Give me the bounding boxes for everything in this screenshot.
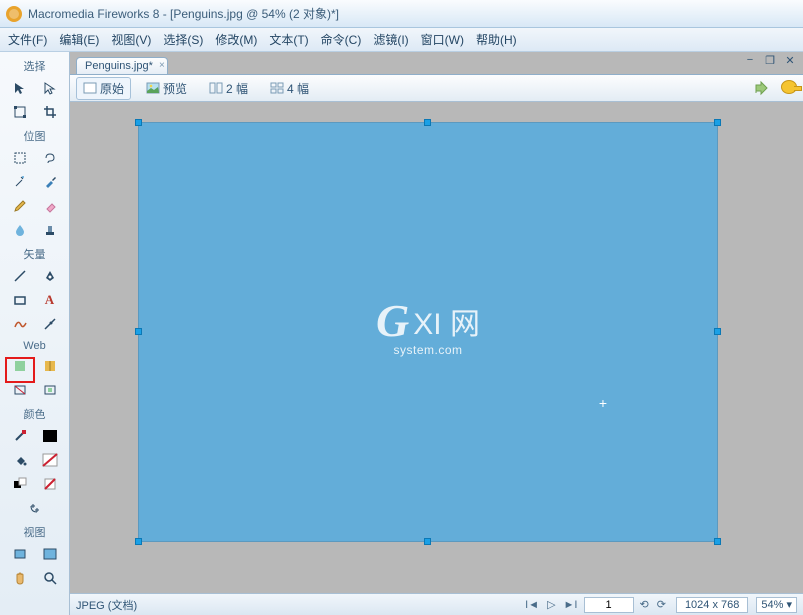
document-toolbar: 原始 预览 2 幅 4 幅 (70, 74, 803, 102)
menu-filter[interactable]: 滤镜(I) (373, 31, 408, 48)
watermark: GXI 网 system.com (376, 294, 480, 357)
eraser-tool[interactable] (39, 196, 61, 216)
file-type-label: JPEG (文档) (76, 597, 137, 613)
play-button[interactable]: ▷ (545, 598, 557, 611)
hand-tool[interactable] (9, 568, 31, 588)
section-vector: 矢量 (0, 246, 69, 264)
freeform-tool[interactable] (9, 314, 31, 334)
original-view-button[interactable]: 原始 (76, 77, 131, 100)
selection-rectangle[interactable]: GXI 网 system.com + (138, 122, 718, 542)
section-view: 视图 (0, 524, 69, 542)
menu-text[interactable]: 文本(T) (269, 31, 308, 48)
four-up-icon (270, 82, 284, 94)
crosshair-cursor-icon: + (599, 395, 607, 411)
title-text: Macromedia Fireworks 8 - [Penguins.jpg @… (28, 5, 339, 22)
dimensions-label[interactable]: 1024 x 768 (676, 597, 748, 613)
pen-tool[interactable] (39, 266, 61, 286)
handle-tr[interactable] (714, 119, 721, 126)
menu-modify[interactable]: 修改(M) (215, 31, 257, 48)
show-slices-tool[interactable] (39, 380, 61, 400)
document-area: Penguins.jpg* × − ❐ ✕ 原始 预览 2 幅 (70, 52, 803, 615)
frame-input[interactable] (584, 597, 634, 613)
menu-view[interactable]: 视图(V) (111, 31, 151, 48)
menu-select[interactable]: 选择(S) (163, 31, 203, 48)
document-tab[interactable]: Penguins.jpg* × (76, 57, 168, 74)
lasso-tool[interactable] (39, 148, 61, 168)
image-icon (146, 82, 160, 94)
marquee-tool[interactable] (9, 148, 31, 168)
app-icon (6, 6, 22, 22)
slice-tool[interactable] (39, 356, 61, 376)
export-wizard-icon[interactable] (753, 80, 771, 96)
minimize-doc-button[interactable]: − (743, 54, 757, 67)
brush-tool[interactable] (39, 172, 61, 192)
swap-colors[interactable] (24, 498, 46, 518)
section-bitmap: 位图 (0, 128, 69, 146)
menu-edit[interactable]: 编辑(E) (59, 31, 99, 48)
screen-mode-tool[interactable] (9, 544, 31, 564)
close-doc-button[interactable]: ✕ (783, 54, 797, 67)
document-tab-label: Penguins.jpg* (85, 60, 153, 72)
pencil-tool[interactable] (9, 196, 31, 216)
default-colors[interactable] (9, 474, 31, 494)
chevron-down-icon: ▾ (786, 598, 792, 611)
stroke-picker-tool[interactable] (9, 426, 31, 446)
zoom-selector[interactable]: 54% ▾ (756, 597, 797, 613)
handle-bl[interactable] (135, 538, 142, 545)
section-web: Web (0, 340, 69, 354)
stamp-tool[interactable] (39, 220, 61, 240)
next-frame-button[interactable]: ⟳ (655, 598, 668, 611)
close-tab-icon[interactable]: × (159, 60, 165, 71)
rectangle-tool[interactable] (9, 290, 31, 310)
wand-tool[interactable] (9, 172, 31, 192)
no-color[interactable] (39, 474, 61, 494)
statusbar: JPEG (文档) I◄ ▷ ►I ⟲ ⟳ 1024 x 768 54% ▾ (70, 593, 803, 615)
handle-tl[interactable] (135, 119, 142, 126)
first-frame-button[interactable]: I◄ (523, 599, 541, 611)
handle-tm[interactable] (424, 119, 431, 126)
two-up-button[interactable]: 2 幅 (202, 77, 255, 100)
blur-tool[interactable] (9, 220, 31, 240)
restore-doc-button[interactable]: ❐ (763, 54, 777, 67)
frame-nav: I◄ ▷ ►I ⟲ ⟳ (523, 597, 668, 613)
prev-frame-button[interactable]: ⟲ (638, 598, 651, 611)
hotspot-tool[interactable] (9, 356, 31, 376)
two-up-icon (209, 82, 223, 94)
page-icon (83, 82, 97, 94)
last-frame-button[interactable]: ►I (562, 599, 580, 611)
crop-tool[interactable] (39, 102, 61, 122)
handle-bm[interactable] (424, 538, 431, 545)
menu-file[interactable]: 文件(F) (8, 31, 47, 48)
menubar: 文件(F) 编辑(E) 视图(V) 选择(S) 修改(M) 文本(T) 命令(C… (0, 28, 803, 52)
section-select: 选择 (0, 58, 69, 76)
toolbox: 选择 位图 矢量 A Web (0, 52, 70, 615)
pointer-tool[interactable] (9, 78, 31, 98)
canvas[interactable]: GXI 网 system.com + (70, 102, 803, 593)
handle-ml[interactable] (135, 328, 142, 335)
hide-slices-tool[interactable] (9, 380, 31, 400)
handle-mr[interactable] (714, 328, 721, 335)
zoom-tool[interactable] (39, 568, 61, 588)
menu-help[interactable]: 帮助(H) (476, 31, 517, 48)
menu-window[interactable]: 窗口(W) (421, 31, 464, 48)
fill-picker-tool[interactable] (9, 450, 31, 470)
handle-br[interactable] (714, 538, 721, 545)
section-colors: 颜色 (0, 406, 69, 424)
screen-mode2-tool[interactable] (39, 544, 61, 564)
knife-tool[interactable] (39, 314, 61, 334)
preview-view-button[interactable]: 预览 (139, 77, 194, 100)
scale-tool[interactable] (9, 102, 31, 122)
subselect-tool[interactable] (39, 78, 61, 98)
titlebar: Macromedia Fireworks 8 - [Penguins.jpg @… (0, 0, 803, 28)
menu-command[interactable]: 命令(C) (321, 31, 362, 48)
stroke-color[interactable] (39, 426, 61, 446)
fill-color[interactable] (39, 450, 61, 470)
four-up-button[interactable]: 4 幅 (263, 77, 316, 100)
export-key-icon[interactable] (781, 80, 797, 97)
text-tool[interactable]: A (39, 290, 61, 310)
line-tool[interactable] (9, 266, 31, 286)
